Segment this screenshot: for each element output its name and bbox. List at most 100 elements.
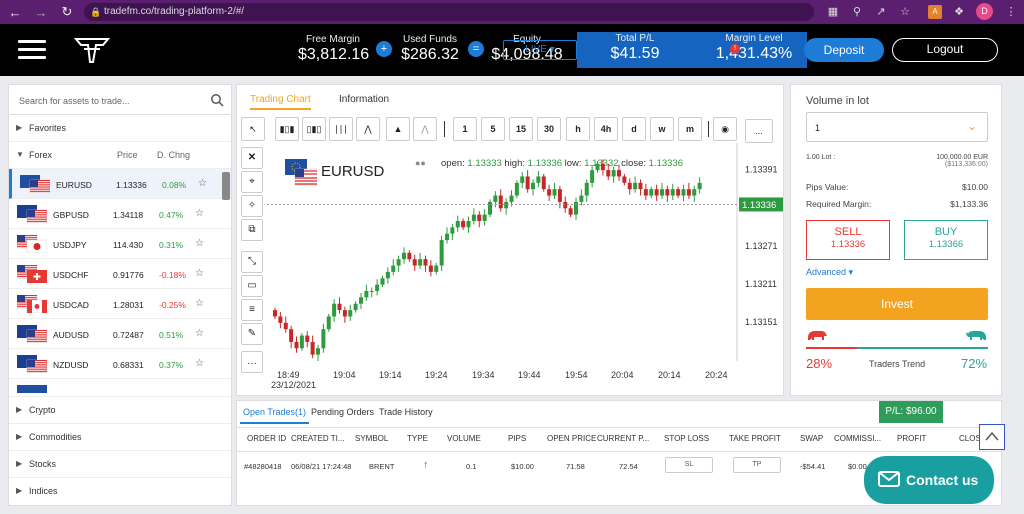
asset-search[interactable]: Search for assets to trade... <box>10 87 230 115</box>
camera-icon[interactable]: ◉ <box>713 117 737 141</box>
asset-row-gbpusd[interactable]: GBPUSD 1.34118 0.47% ☆ <box>9 199 231 229</box>
line-chart-icon[interactable]: ⋀ <box>356 117 380 141</box>
forward-icon[interactable]: → <box>30 5 52 20</box>
back-icon[interactable]: ← <box>4 5 26 20</box>
close-icon[interactable]: ✕ <box>241 147 263 169</box>
more-drawing-icon[interactable]: … <box>241 351 263 373</box>
tab-trade-history[interactable]: Trade History <box>376 407 436 422</box>
buy-button[interactable]: BUY 1.13366 <box>904 220 988 260</box>
asset-row-eurusd[interactable]: EURUSD 1.13336 0.08% ☆ <box>9 169 231 199</box>
column-header[interactable]: PIPS <box>508 434 526 443</box>
rectangle-icon[interactable]: ▭ <box>241 275 263 297</box>
cursor-icon[interactable]: ↖ <box>241 117 265 141</box>
area-chart-icon[interactable]: ▲ <box>386 117 410 141</box>
copy-icon[interactable]: ⧉ <box>241 219 263 241</box>
volume-input[interactable]: 1 <box>806 112 988 142</box>
asset-row-usdjpy[interactable]: USDJPY 114.430 0.31% ☆ <box>9 229 231 259</box>
price-chart[interactable]: 1.13391 1.13271 1.13211 1.13151 1.13336 18:49… <box>267 143 783 393</box>
timeframe-m-button[interactable]: m <box>678 117 702 141</box>
chevron-up-icon <box>985 431 999 441</box>
tab-trading-chart[interactable]: Trading Chart <box>250 94 311 110</box>
column-header[interactable]: SWAP <box>800 434 823 443</box>
stop-loss-button[interactable]: SL <box>665 457 713 473</box>
star-icon[interactable]: ☆ <box>195 208 204 219</box>
timeframe-w-button[interactable]: w <box>650 117 674 141</box>
dotted-area-icon[interactable]: ⋀ <box>413 117 437 141</box>
timeframe-15-button[interactable]: 15 <box>509 117 533 141</box>
advanced-toggle[interactable]: Advanced ▾ <box>806 267 853 278</box>
timeframe-h-button[interactable]: h <box>566 117 590 141</box>
column-header[interactable]: VOLUME <box>447 434 481 443</box>
timeframe-4h-button[interactable]: 4h <box>594 117 618 141</box>
brush-icon[interactable]: ✎ <box>241 323 263 345</box>
asset-row-audusd[interactable]: AUDUSD 0.72487 0.51% ☆ <box>9 319 231 349</box>
star-icon[interactable]: ☆ <box>195 328 204 339</box>
logout-button[interactable]: Logout <box>892 38 998 62</box>
column-header[interactable]: CREATED TI... <box>291 434 345 443</box>
puzzle-icon[interactable]: ❖ <box>952 5 966 19</box>
expand-panel-button[interactable] <box>979 424 1005 450</box>
profile-avatar[interactable]: D <box>976 3 993 20</box>
category-forex[interactable]: ▼ Forex Price D. Chng <box>9 142 231 169</box>
column-header[interactable]: PROFIT <box>897 434 926 443</box>
asset-row-usdchf[interactable]: USDCHF 0.91776 -0.18% ☆ <box>9 259 231 289</box>
asset-row-nzdusd[interactable]: NZDUSD 0.68331 0.37% ☆ <box>9 349 231 379</box>
zoom-icon[interactable]: ⚲ <box>850 5 864 19</box>
tab-information[interactable]: Information <box>339 94 389 105</box>
column-header[interactable]: TAKE PROFIT <box>729 434 781 443</box>
address-bar[interactable]: 🔒 tradefm.co/trading-platform-2/#/ <box>84 3 814 21</box>
asset-list-scrollbar[interactable] <box>222 172 230 200</box>
star-icon[interactable]: ☆ <box>198 178 207 189</box>
flag-icon <box>17 235 47 253</box>
crosshair-icon[interactable]: ⌖ <box>241 171 263 193</box>
more-tools-button[interactable]: ... <box>745 119 773 143</box>
search-input[interactable]: Search for assets to trade... <box>19 96 130 106</box>
horizontal-lines-icon[interactable]: ≡ <box>241 299 263 321</box>
star-icon[interactable]: ☆ <box>195 238 204 249</box>
timeframe-d-button[interactable]: d <box>622 117 646 141</box>
timeframe-1-button[interactable]: 1 <box>453 117 477 141</box>
magnet-icon[interactable]: ✧ <box>241 195 263 217</box>
star-icon[interactable]: ☆ <box>195 358 204 369</box>
column-header[interactable]: COMMISSI... <box>834 434 881 443</box>
column-header[interactable]: STOP LOSS <box>664 434 709 443</box>
bookmark-star-icon[interactable]: ☆ <box>898 5 912 19</box>
column-header[interactable]: TYPE <box>407 434 428 443</box>
chevron-down-icon[interactable]: ⌄ <box>967 119 977 133</box>
star-icon[interactable]: ☆ <box>195 268 204 279</box>
translate-icon[interactable]: ▦ <box>826 5 840 19</box>
menu-dots-icon[interactable]: ⋮ <box>1004 5 1018 19</box>
candle <box>332 303 337 317</box>
timeframe-5-button[interactable]: 5 <box>481 117 505 141</box>
timeframe-30-button[interactable]: 30 <box>537 117 561 141</box>
hollow-candles-icon[interactable]: ▯▮▯ <box>302 117 326 141</box>
reload-icon[interactable]: ↻ <box>56 4 78 20</box>
candles-icon[interactable]: ▮▯▮ <box>275 117 299 141</box>
category-stocks[interactable]: ▶ Stocks <box>9 450 231 477</box>
sell-button[interactable]: SELL 1.13336 <box>806 220 890 260</box>
category-indices[interactable]: ▶ Indices <box>9 477 231 504</box>
category-crypto[interactable]: ▶ Crypto <box>9 396 231 423</box>
hamburger-menu-icon[interactable] <box>18 40 46 60</box>
search-icon[interactable] <box>210 93 224 107</box>
trendline-icon[interactable]: ⤡ <box>241 251 263 273</box>
contact-us-button[interactable]: Contact us <box>864 456 994 504</box>
tab-open-trades[interactable]: Open Trades(1) <box>240 407 310 424</box>
take-profit-button[interactable]: TP <box>733 457 781 473</box>
column-header[interactable]: OPEN PRICE <box>547 434 596 443</box>
column-header[interactable]: CURRENT P... <box>597 434 649 443</box>
tab-pending-orders[interactable]: Pending Orders <box>308 407 377 422</box>
asset-row-usdcad[interactable]: USDCAD 1.28031 -0.25% ☆ <box>9 289 231 319</box>
share-icon[interactable]: ↗ <box>874 5 888 19</box>
star-icon[interactable]: ☆ <box>195 298 204 309</box>
column-header[interactable]: SYMBOL <box>355 434 388 443</box>
brand-logo-icon <box>73 38 111 63</box>
category-favorites[interactable]: ▶ Favorites <box>9 115 231 142</box>
deposit-button[interactable]: Deposit <box>804 38 884 62</box>
bars-icon[interactable]: ∣∣∣ <box>329 117 353 141</box>
live-toggle[interactable]: LIVE ▾ <box>503 40 577 60</box>
invest-button[interactable]: Invest <box>806 288 988 320</box>
extension-icon[interactable]: A <box>928 5 942 19</box>
category-commodities[interactable]: ▶ Commodities <box>9 423 231 450</box>
column-header[interactable]: ORDER ID <box>247 434 286 443</box>
